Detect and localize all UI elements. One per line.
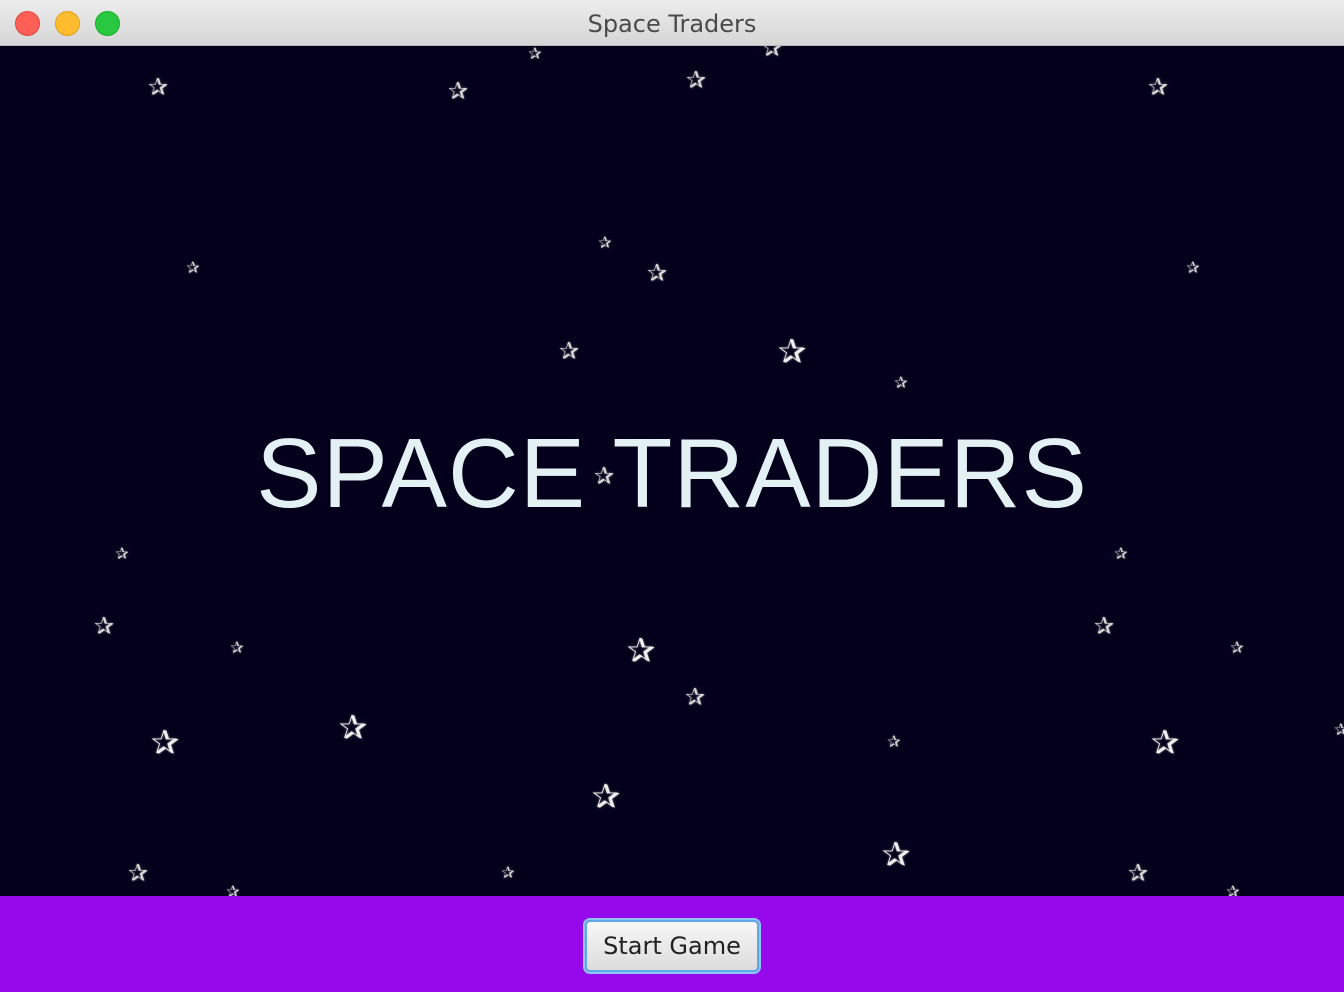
star-icon: ✰ [127, 859, 149, 887]
starfield-canvas: ✰ ✰ ✰ ✰ ✰ ✰ ✰ ✰ ✰ ✰ ✰ ✰ ✰ ✰ ✰ ✰ ✰ ✰ ✰ ✰ … [0, 46, 1344, 896]
star-icon: ✰ [1114, 544, 1128, 563]
bottom-toolbar: Start Game [0, 896, 1344, 992]
star-icon: ✰ [501, 863, 515, 882]
star-icon: ✰ [230, 638, 244, 657]
window-title: Space Traders [587, 10, 757, 38]
app-window: Space Traders ✰ ✰ ✰ ✰ ✰ ✰ ✰ ✰ ✰ ✰ ✰ ✰ ✰ … [0, 0, 1344, 992]
star-icon: ✰ [558, 337, 580, 365]
star-icon: ✰ [626, 631, 656, 671]
star-icon: ✰ [1093, 612, 1115, 640]
star-icon: ✰ [1230, 638, 1244, 657]
title-bar[interactable]: Space Traders [0, 0, 1344, 46]
star-icon: ✰ [1226, 882, 1240, 897]
star-icon: ✰ [93, 612, 115, 640]
star-icon: ✰ [591, 777, 621, 817]
star-icon: ✰ [1127, 859, 1149, 887]
star-icon: ✰ [761, 46, 783, 62]
star-icon: ✰ [894, 373, 908, 392]
star-icon: ✰ [887, 732, 901, 751]
star-icon: ✰ [147, 73, 169, 101]
star-icon: ✰ [150, 723, 180, 763]
star-icon: ✰ [684, 683, 706, 711]
star-icon: ✰ [598, 233, 612, 252]
star-icon: ✰ [226, 882, 240, 897]
star-icon: ✰ [186, 258, 200, 277]
start-game-button[interactable]: Start Game [585, 920, 759, 972]
star-icon: ✰ [646, 259, 668, 287]
star-icon: ✰ [881, 835, 911, 875]
star-icon: ✰ [338, 708, 368, 748]
star-icon: ✰ [1334, 720, 1344, 739]
star-icon: ✰ [1186, 258, 1200, 277]
star-icon: ✰ [685, 66, 707, 94]
star-icon: ✰ [528, 46, 542, 63]
star-icon: ✰ [447, 77, 469, 105]
star-icon: ✰ [1147, 73, 1169, 101]
star-icon: ✰ [1150, 723, 1180, 763]
game-title: SPACE TRADERS [256, 418, 1088, 528]
star-icon: ✰ [777, 332, 807, 372]
star-icon: ✰ [115, 544, 129, 563]
